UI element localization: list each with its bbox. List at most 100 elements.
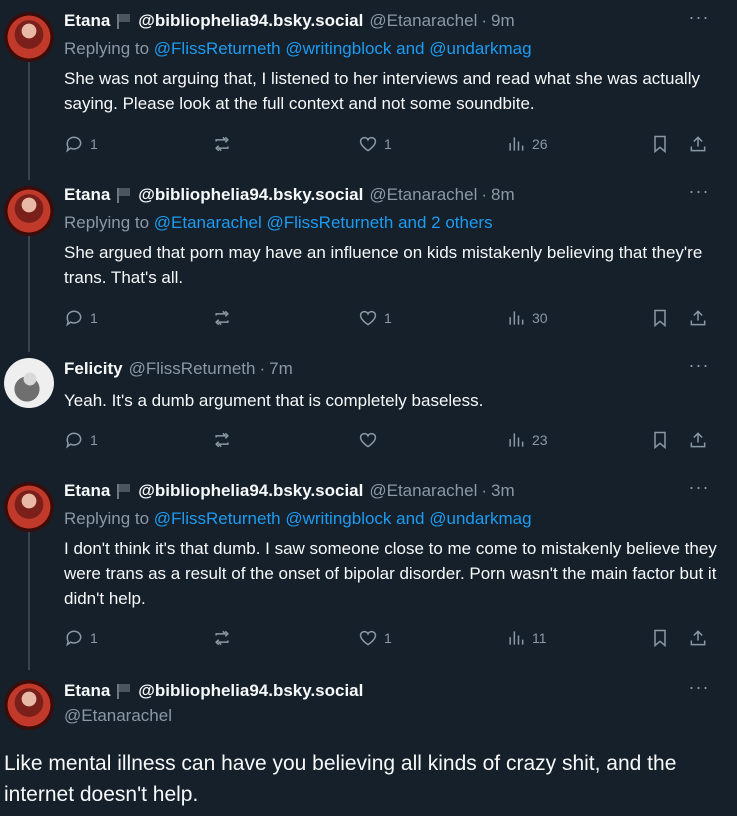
timestamp[interactable]: 7m xyxy=(269,359,293,379)
author-name[interactable]: Etana xyxy=(64,11,110,31)
views-count: 11 xyxy=(532,630,547,646)
avatar[interactable] xyxy=(4,482,54,532)
bookmark-icon xyxy=(654,629,666,648)
share-icon xyxy=(690,310,706,326)
avatar[interactable] xyxy=(4,680,54,730)
like-button[interactable]: 1 xyxy=(358,628,392,648)
bookmark-button[interactable] xyxy=(650,308,670,328)
author-handle[interactable]: @Etanarachel xyxy=(64,706,172,726)
action-bar: 1 23 xyxy=(64,428,714,452)
avatar[interactable] xyxy=(4,186,54,236)
author-handle[interactable]: @Etanarachel xyxy=(369,481,477,501)
like-button[interactable] xyxy=(358,430,384,450)
timestamp[interactable]: 8m xyxy=(491,185,515,205)
more-icon[interactable]: ··· xyxy=(687,182,711,206)
bookmark-icon xyxy=(654,431,666,450)
more-icon[interactable]: ··· xyxy=(687,678,711,702)
reply-button[interactable]: 1 xyxy=(64,628,98,648)
views-count: 30 xyxy=(532,310,548,326)
like-button[interactable]: 1 xyxy=(358,308,392,328)
bookmark-icon xyxy=(654,135,666,154)
tweet[interactable]: Etana @bibliophelia94.bsky.social @Etana… xyxy=(0,174,737,350)
retweet-button[interactable] xyxy=(212,308,232,328)
replying-to-links[interactable]: @Etanarachel @FlissReturneth and 2 other… xyxy=(154,213,493,232)
more-icon[interactable]: ··· xyxy=(687,356,711,380)
flag-icon xyxy=(116,13,131,29)
author-handle[interactable]: @Etanarachel xyxy=(369,11,477,31)
action-bar: 1 1 30 xyxy=(64,306,714,330)
tweet[interactable]: Felicity @FlissReturneth · 7m ··· Yeah. … xyxy=(0,348,737,472)
reply-icon xyxy=(66,630,82,647)
reply-count: 1 xyxy=(90,136,98,152)
tweet-text: She was not arguing that, I listened to … xyxy=(64,69,700,113)
reply-button[interactable]: 1 xyxy=(64,430,98,450)
tweet-text: She argued that porn may have an influen… xyxy=(64,243,703,287)
reply-icon xyxy=(66,136,82,153)
views-icon xyxy=(509,433,524,447)
like-button[interactable]: 1 xyxy=(358,134,392,154)
share-button[interactable] xyxy=(688,430,708,450)
display-name-suffix[interactable]: @bibliophelia94.bsky.social xyxy=(138,11,363,31)
share-icon xyxy=(690,136,706,152)
author-name[interactable]: Etana xyxy=(64,185,110,205)
timestamp[interactable]: 9m xyxy=(491,11,515,31)
replying-to-links[interactable]: @FlissReturneth @writingblock and @undar… xyxy=(154,39,532,58)
author-handle[interactable]: @FlissReturneth xyxy=(129,359,256,379)
bookmark-icon xyxy=(654,309,666,328)
bookmark-button[interactable] xyxy=(650,628,670,648)
reply-count: 1 xyxy=(90,310,98,326)
main-tweet-text: Like mental illness can have you believi… xyxy=(4,752,677,806)
tweet-text: I don't think it's that dumb. I saw some… xyxy=(64,539,717,608)
display-name-suffix[interactable]: @bibliophelia94.bsky.social xyxy=(138,185,363,205)
views-button[interactable]: 23 xyxy=(506,430,548,450)
avatar[interactable] xyxy=(4,12,54,62)
like-count: 1 xyxy=(384,630,392,646)
tweet[interactable]: Etana @bibliophelia94.bsky.social @Etana… xyxy=(0,470,737,670)
author-name[interactable]: Felicity xyxy=(64,359,123,379)
like-icon xyxy=(359,432,377,448)
views-button[interactable]: 30 xyxy=(506,308,548,328)
reply-icon xyxy=(66,310,82,327)
bookmark-button[interactable] xyxy=(650,134,670,154)
action-bar: 1 1 11 xyxy=(64,626,714,650)
replying-to: Replying to @Etanarachel @FlissReturneth… xyxy=(64,213,493,232)
like-icon xyxy=(359,310,377,326)
author-name[interactable]: Etana xyxy=(64,481,110,501)
bookmark-button[interactable] xyxy=(650,430,670,450)
timestamp[interactable]: 3m xyxy=(491,481,515,501)
views-icon xyxy=(509,311,524,325)
replying-to-links[interactable]: @FlissReturneth @writingblock and @undar… xyxy=(154,509,532,528)
author-name[interactable]: Etana xyxy=(64,681,110,701)
display-name-suffix[interactable]: @bibliophelia94.bsky.social xyxy=(138,481,363,501)
retweet-icon xyxy=(215,432,229,448)
like-count: 1 xyxy=(384,310,392,326)
reply-button[interactable]: 1 xyxy=(64,308,98,328)
more-icon[interactable]: ··· xyxy=(687,478,711,502)
display-name-suffix[interactable]: @bibliophelia94.bsky.social xyxy=(138,681,363,701)
views-icon xyxy=(509,137,524,151)
action-bar: 1 1 26 xyxy=(64,132,714,156)
views-button[interactable]: 26 xyxy=(506,134,548,154)
like-count: 1 xyxy=(384,136,392,152)
share-button[interactable] xyxy=(688,134,708,154)
separator-dot: · xyxy=(481,185,488,204)
more-icon[interactable]: ··· xyxy=(687,8,711,32)
like-icon xyxy=(359,136,377,152)
retweet-button[interactable] xyxy=(212,134,232,154)
views-button[interactable]: 11 xyxy=(506,628,547,648)
retweet-button[interactable] xyxy=(212,430,232,450)
reply-button[interactable]: 1 xyxy=(64,134,98,154)
tweet-text: Yeah. It's a dumb argument that is compl… xyxy=(64,391,484,410)
replying-to: Replying to @FlissReturneth @writingbloc… xyxy=(64,39,532,58)
retweet-icon xyxy=(215,630,229,646)
reply-count: 1 xyxy=(90,432,98,448)
tweet[interactable]: Etana @bibliophelia94.bsky.social @Etana… xyxy=(0,0,737,176)
avatar[interactable] xyxy=(4,358,54,408)
retweet-button[interactable] xyxy=(212,628,232,648)
author-handle[interactable]: @Etanarachel xyxy=(369,185,477,205)
share-icon xyxy=(690,432,706,448)
share-button[interactable] xyxy=(688,628,708,648)
flag-icon xyxy=(116,483,131,499)
views-count: 23 xyxy=(532,432,548,448)
share-button[interactable] xyxy=(688,308,708,328)
